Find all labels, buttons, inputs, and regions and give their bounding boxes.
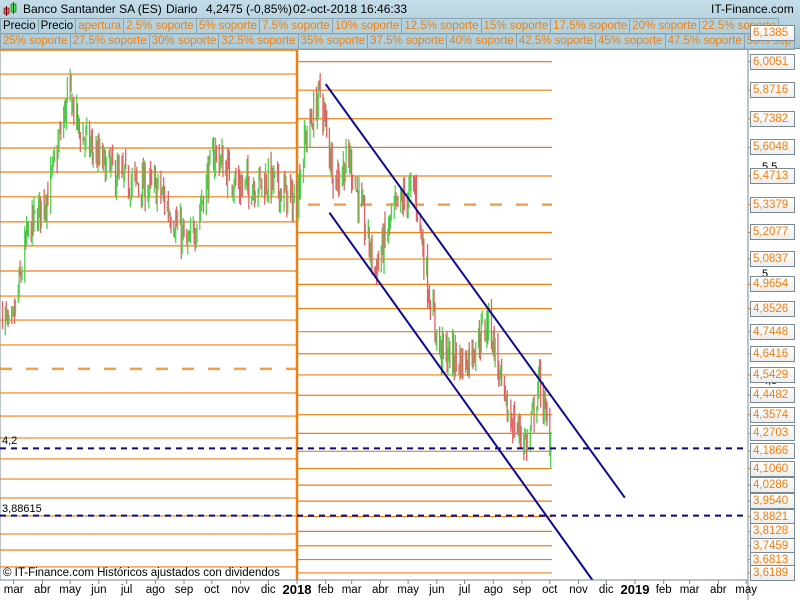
y-tick-label: 6,1385 (750, 25, 795, 41)
instrument-name: Banco Santander SA (ES) (23, 2, 162, 16)
brand-label: IT-Finance.com (711, 2, 794, 16)
copyright-note: © IT-Finance.com Históricos ajustados co… (3, 567, 280, 579)
x-tick-label: may (735, 584, 757, 596)
period-label: Diario (166, 2, 198, 16)
x-tick-label: jul (458, 584, 471, 596)
x-tick-label: dic (598, 584, 614, 596)
last-price: 4,2475 (-0,85%) (206, 2, 293, 16)
y-tick-label: 3,9540 (750, 493, 795, 510)
x-tick-label: ago (483, 584, 503, 596)
x-tick-label: dic (260, 584, 276, 596)
x-tick-label: may (59, 584, 81, 596)
price-chart (0, 0, 753, 600)
y-tick-label: 4,7448 (750, 323, 795, 340)
x-tick-label: feb (317, 584, 334, 596)
y-tick-label: 4,1866 (750, 443, 795, 460)
legend-row-2: 25% soporte 27.5% soporte 30% soporte 32.5%… (0, 33, 795, 50)
y-tick-label: 5,6048 (750, 139, 795, 156)
x-tick-label: sep (174, 584, 194, 596)
x-tick-label: mar (3, 584, 24, 596)
y-tick-label: 5,0837 (750, 251, 795, 268)
legend-item[interactable]: 30% soporte (148, 33, 220, 50)
x-tick-label: abr (372, 584, 389, 596)
x-tick-label: mar (679, 584, 700, 596)
y-tick-label: 4,0286 (750, 477, 795, 494)
y-tick-label: 4,3574 (750, 406, 795, 423)
y-tick-label: 4,4482 (750, 387, 795, 404)
datetime: 02-oct-2018 16:46:33 (293, 2, 408, 16)
y-tick-label: 4,9654 (750, 276, 795, 293)
x-tick-label: 2019 (620, 582, 650, 597)
legend-item[interactable]: 25% soporte (0, 33, 71, 50)
legend-item[interactable]: 47.5% soporte (664, 33, 745, 50)
y-tick-label: 5,3379 (750, 196, 795, 213)
x-tick-label: nov (569, 584, 588, 596)
y-tick-label: 3,8821 (750, 508, 795, 525)
legend-item[interactable]: 32.5% soporte (218, 33, 299, 50)
x-tick-label: feb (655, 584, 672, 596)
y-tick-label: 5,7382 (750, 110, 795, 127)
x-tick-label: oct (204, 584, 220, 596)
x-tick-label: ago (145, 584, 165, 596)
x-tick-label: 2018 (282, 582, 312, 597)
y-tick-label: 5,8716 (750, 82, 795, 99)
legend-item[interactable]: 27.5% soporte (69, 33, 150, 50)
y-tick-label: 5,4713 (750, 167, 795, 184)
legend-item[interactable]: 42.5% soporte (515, 33, 596, 50)
y-tick-label: 4,6416 (750, 345, 795, 362)
level-label: 4,2 (2, 435, 18, 448)
y-tick-label: 4,2703 (750, 425, 795, 442)
legend-row-1: Precio Precio apertura 2.5% soporte 5% sopor… (0, 18, 780, 35)
y-tick-label: 6,0051 (750, 53, 795, 70)
plot-area (0, 48, 749, 581)
level-label: 3,88615 (2, 502, 42, 515)
x-tick-label: jun (91, 584, 107, 596)
y-tick-label: 5,2077 (750, 224, 795, 241)
x-tick-label: nov (231, 584, 250, 596)
candlestick-logo-icon (3, 2, 17, 16)
y-tick-label: 4,8526 (750, 300, 795, 317)
x-tick-label: jun (429, 584, 445, 596)
x-tick-label: sep (512, 584, 532, 596)
y-tick-label: 3,6189 (750, 564, 795, 581)
x-tick-label: jul (120, 584, 133, 596)
legend-item[interactable]: 40% soporte (446, 33, 517, 50)
title-bar: Banco Santander SA (ES) Diario 4,2475 (-… (0, 0, 800, 18)
x-tick-label: may (397, 584, 419, 596)
legend-item[interactable]: 45% soporte (595, 33, 666, 50)
x-tick-label: abr (710, 584, 727, 596)
y-tick-label: 4,5429 (750, 366, 795, 383)
y-tick-label: 4,1060 (750, 460, 795, 477)
x-tick-label: abr (34, 584, 51, 596)
x-tick-label: oct (542, 584, 558, 596)
x-tick-label: mar (341, 584, 362, 596)
chart-header: Banco Santander SA (ES) Diario 4,2475 (-… (0, 0, 800, 50)
legend-item[interactable]: 37.5% soporte (367, 33, 448, 50)
legend-item[interactable]: 35% soporte (297, 33, 369, 50)
